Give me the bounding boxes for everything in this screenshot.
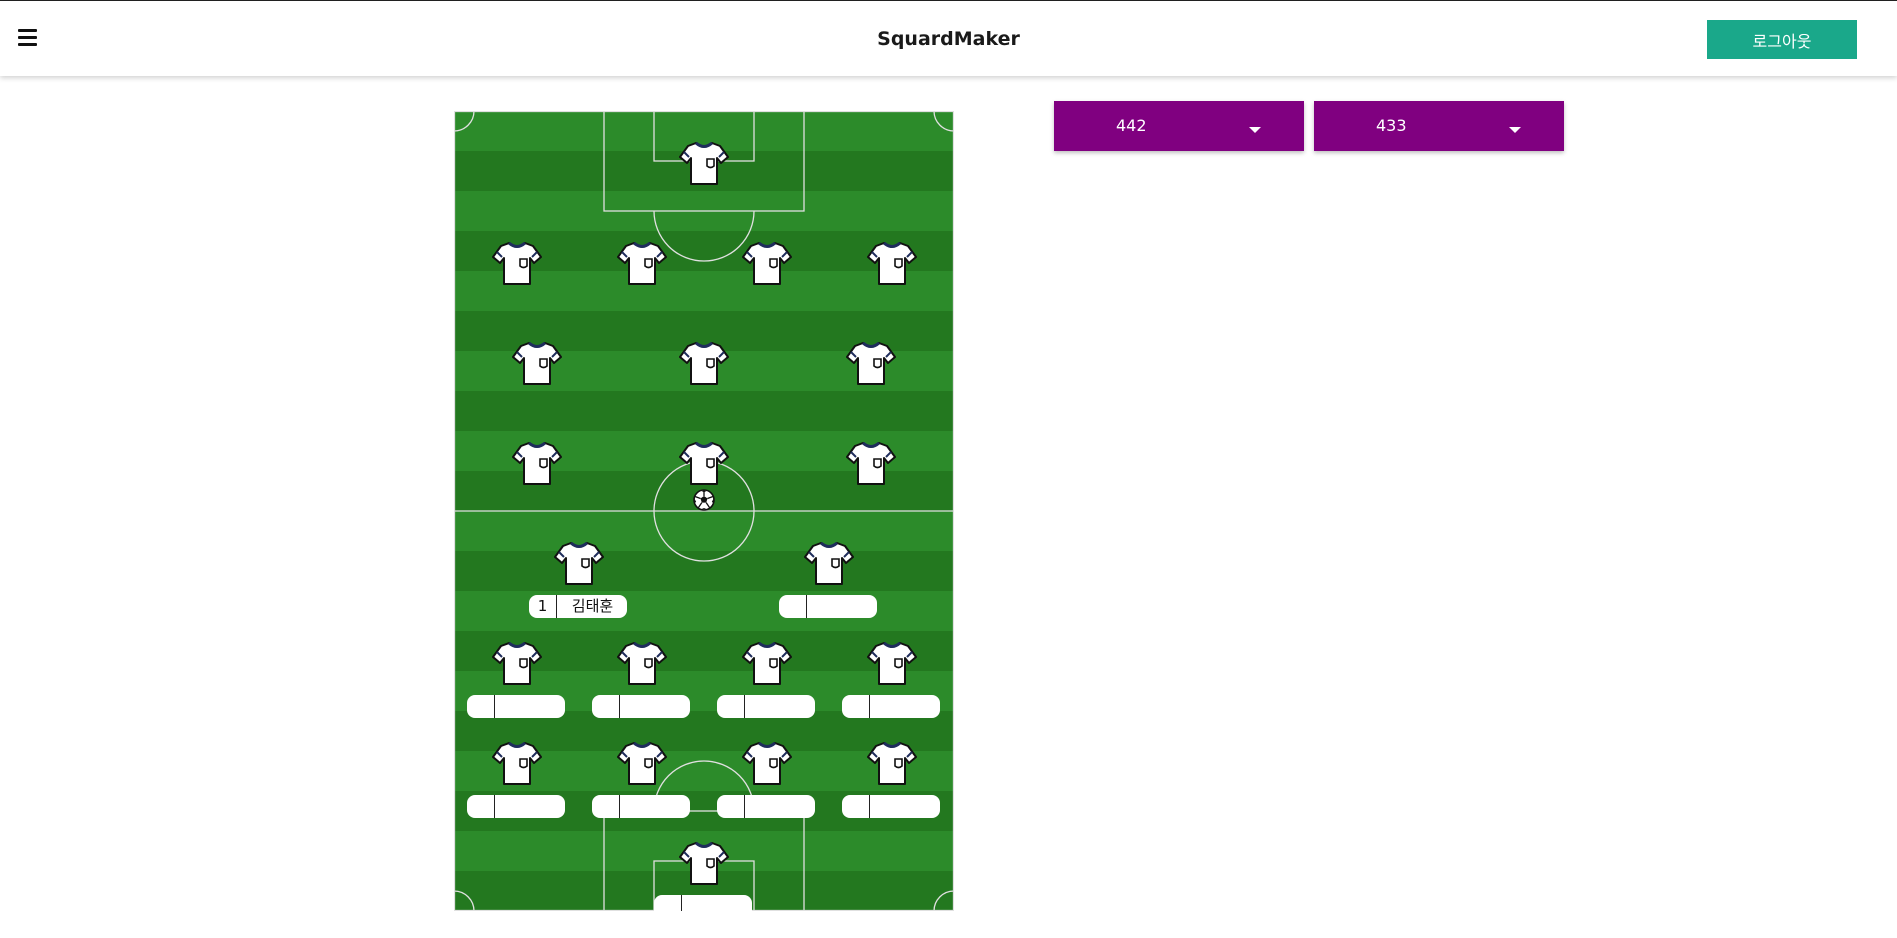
player-name[interactable] [746, 795, 815, 818]
away-player-2 [467, 237, 567, 337]
away-player-1 [654, 137, 754, 237]
player-name[interactable]: 김태훈 [558, 595, 627, 618]
caret-down-icon [1249, 127, 1261, 133]
logout-button[interactable]: 로그아웃 [1707, 20, 1857, 59]
player-name[interactable] [871, 795, 940, 818]
player-name-tag[interactable] [842, 795, 940, 818]
away-formation-select[interactable]: 433 [1314, 101, 1564, 151]
player-number[interactable] [842, 795, 870, 818]
shirt-icon[interactable] [867, 637, 917, 687]
home-player-10 [842, 737, 942, 837]
away-player-6 [487, 337, 587, 437]
player-name[interactable] [496, 795, 565, 818]
player-number[interactable] [779, 595, 807, 618]
away-player-4 [717, 237, 817, 337]
home-player-4 [592, 637, 692, 737]
player-number[interactable] [592, 795, 620, 818]
caret-down-icon [1509, 127, 1521, 133]
hamburger-menu-icon[interactable] [18, 29, 38, 47]
player-name[interactable] [496, 695, 565, 718]
away-player-3 [592, 237, 692, 337]
shirt-icon[interactable] [679, 137, 729, 187]
shirt-icon[interactable] [804, 537, 854, 587]
shirt-icon[interactable] [679, 437, 729, 487]
shirt-icon[interactable] [492, 637, 542, 687]
away-player-8 [821, 337, 921, 437]
player-number[interactable]: 1 [529, 595, 557, 618]
player-name[interactable] [683, 895, 752, 911]
player-name-tag[interactable] [654, 895, 752, 911]
home-player-1: 1 김태훈 [529, 537, 629, 637]
home-player-9 [717, 737, 817, 837]
player-name-tag[interactable] [779, 595, 877, 618]
away-player-11 [821, 437, 921, 537]
player-name-tag[interactable] [592, 695, 690, 718]
player-name-tag[interactable]: 1 김태훈 [529, 595, 627, 618]
player-number[interactable] [592, 695, 620, 718]
player-number[interactable] [467, 695, 495, 718]
player-number[interactable] [717, 795, 745, 818]
home-formation-value: 442 [1116, 116, 1147, 135]
away-player-9 [487, 437, 587, 537]
shirt-icon[interactable] [742, 237, 792, 287]
player-number[interactable] [654, 895, 682, 911]
home-player-11 [654, 837, 754, 911]
player-name-tag[interactable] [842, 695, 940, 718]
player-number[interactable] [842, 695, 870, 718]
home-player-7 [467, 737, 567, 837]
shirt-icon[interactable] [554, 537, 604, 587]
soccer-pitch: 1 김태훈 [454, 111, 954, 911]
home-player-5 [717, 637, 817, 737]
shirt-icon[interactable] [492, 737, 542, 787]
player-name[interactable] [746, 695, 815, 718]
home-player-6 [842, 637, 942, 737]
player-name-tag[interactable] [592, 795, 690, 818]
away-player-7 [654, 337, 754, 437]
shirt-icon[interactable] [617, 637, 667, 687]
top-header: SquardMaker 로그아웃 [0, 1, 1897, 76]
player-name-tag[interactable] [717, 795, 815, 818]
shirt-icon[interactable] [867, 737, 917, 787]
shirt-icon[interactable] [617, 237, 667, 287]
away-formation-value: 433 [1376, 116, 1407, 135]
player-name[interactable] [621, 695, 690, 718]
app-title: SquardMaker [877, 28, 1020, 50]
shirt-icon[interactable] [742, 737, 792, 787]
player-number[interactable] [467, 795, 495, 818]
shirt-icon[interactable] [617, 737, 667, 787]
player-name[interactable] [808, 595, 877, 618]
shirt-icon[interactable] [867, 237, 917, 287]
shirt-icon[interactable] [492, 237, 542, 287]
home-player-8 [592, 737, 692, 837]
player-name[interactable] [871, 695, 940, 718]
player-name-tag[interactable] [467, 795, 565, 818]
home-formation-select[interactable]: 442 [1054, 101, 1304, 151]
shirt-icon[interactable] [742, 637, 792, 687]
player-name-tag[interactable] [717, 695, 815, 718]
shirt-icon[interactable] [679, 837, 729, 887]
shirt-icon[interactable] [679, 337, 729, 387]
away-player-10 [654, 437, 754, 537]
shirt-icon[interactable] [846, 337, 896, 387]
player-name-tag[interactable] [467, 695, 565, 718]
home-player-2 [779, 537, 879, 637]
player-name[interactable] [621, 795, 690, 818]
away-player-5 [842, 237, 942, 337]
shirt-icon[interactable] [512, 437, 562, 487]
shirt-icon[interactable] [846, 437, 896, 487]
home-player-3 [467, 637, 567, 737]
player-number[interactable] [717, 695, 745, 718]
shirt-icon[interactable] [512, 337, 562, 387]
